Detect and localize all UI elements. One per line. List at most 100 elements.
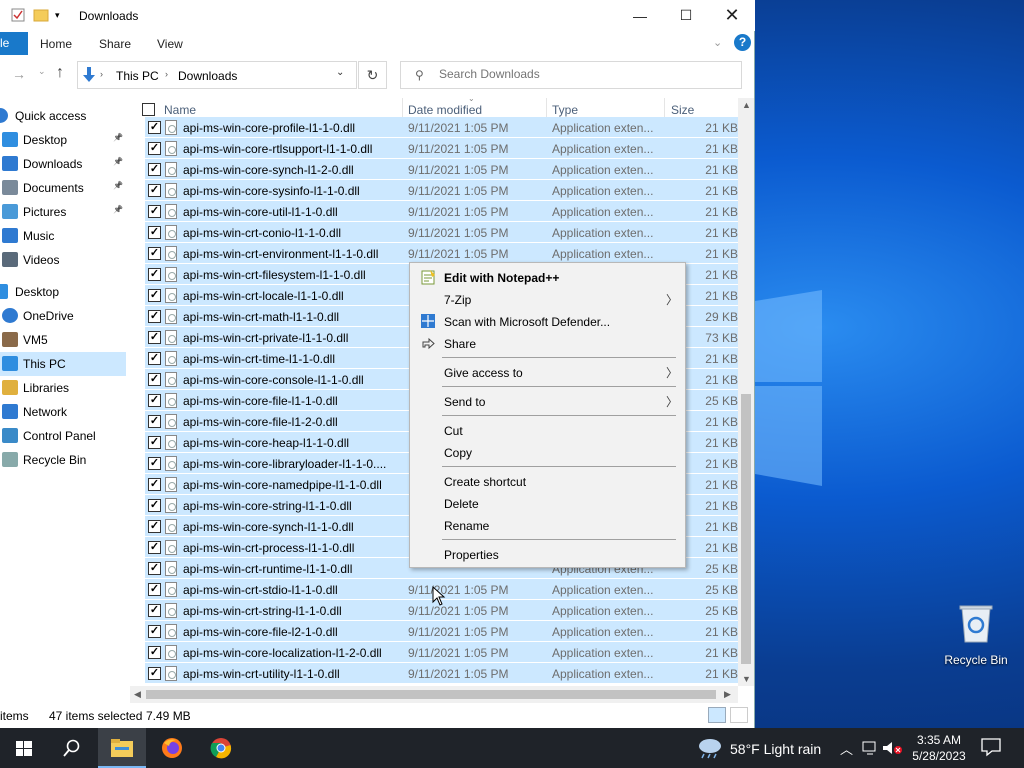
network-icon[interactable] [862,741,880,755]
recent-locations-icon[interactable]: ⌄ [38,66,46,77]
file-row[interactable]: ✓ api-ms-win-core-localization-l1-2-0.dll… [145,642,738,663]
volume-muted-icon[interactable] [882,741,904,755]
nav-item-desktop[interactable]: Desktop [0,280,126,304]
row-checkbox[interactable]: ✓ [148,373,161,386]
menu-item-share[interactable]: Share [412,332,683,354]
maximize-button[interactable]: ☐ [663,0,709,31]
new-folder-icon[interactable] [33,7,49,23]
column-type[interactable]: Type [552,103,578,117]
menu-item-scan-with-microsoft-defender[interactable]: Scan with Microsoft Defender... [412,310,683,332]
large-icons-view-icon[interactable] [730,707,748,723]
menu-item-delete[interactable]: Delete [412,492,683,514]
row-checkbox[interactable]: ✓ [148,163,161,176]
minimize-button[interactable]: — [617,0,663,31]
file-row[interactable]: ✓ api-ms-win-core-file-l2-1-0.dll 9/11/202… [145,621,738,642]
search-box[interactable]: ⚲ [400,61,742,89]
row-checkbox[interactable]: ✓ [148,394,161,407]
nav-item-music[interactable]: Music [0,224,126,248]
taskbar-search-button[interactable] [48,728,96,768]
taskbar-firefox[interactable] [148,728,196,768]
close-button[interactable]: ✕ [709,0,755,31]
select-all-checkbox[interactable] [142,103,155,116]
file-row[interactable]: ✓ api-ms-win-crt-conio-l1-1-0.dll 9/11/202… [145,222,738,243]
row-checkbox[interactable]: ✓ [148,331,161,344]
nav-item-documents[interactable]: Documents 📌 [0,176,126,200]
refresh-button[interactable]: ↻ [358,61,387,89]
row-checkbox[interactable]: ✓ [148,646,161,659]
row-checkbox[interactable]: ✓ [148,121,161,134]
scroll-down-icon[interactable]: ▼ [742,674,751,684]
search-input[interactable] [439,67,729,81]
row-checkbox[interactable]: ✓ [148,205,161,218]
row-checkbox[interactable]: ✓ [148,142,161,155]
column-date-modified[interactable]: Date modified [408,103,482,117]
row-checkbox[interactable]: ✓ [148,478,161,491]
nav-item-pictures[interactable]: Pictures 📌 [0,200,126,224]
breadcrumb-downloads[interactable]: Downloads [178,69,237,83]
row-checkbox[interactable]: ✓ [148,184,161,197]
tab-share[interactable]: Share [99,37,131,51]
menu-item-7-zip[interactable]: 7-Zip 〉 [412,288,683,310]
address-bar[interactable]: › This PC › Downloads [77,61,357,89]
nav-item-recycle-bin[interactable]: Recycle Bin [0,448,126,472]
menu-item-send-to[interactable]: Send to 〉 [412,390,683,412]
nav-item-videos[interactable]: Videos [0,248,126,272]
clock[interactable]: 3:35 AM 5/28/2023 [906,732,972,764]
back-arrow-icon[interactable]: → [12,66,26,82]
address-dropdown-icon[interactable]: ⌄ [336,67,344,78]
desktop-recycle-bin[interactable]: Recycle Bin [940,600,1012,667]
row-checkbox[interactable]: ✓ [148,583,161,596]
file-row[interactable]: ✓ api-ms-win-core-profile-l1-1-0.dll 9/11/… [145,117,738,138]
file-row[interactable]: ✓ api-ms-win-core-util-l1-1-0.dll 9/11/202… [145,201,738,222]
properties-icon[interactable] [10,7,26,23]
start-button[interactable] [0,728,48,768]
breadcrumb-this-pc[interactable]: This PC [116,69,159,83]
scroll-right-icon[interactable]: ▶ [724,689,731,700]
horizontal-scroll-thumb[interactable] [146,690,716,699]
breadcrumb-separator-icon[interactable]: › [165,69,168,79]
row-checkbox[interactable]: ✓ [148,415,161,428]
nav-item-network[interactable]: Network [0,400,126,424]
scroll-up-icon[interactable]: ▲ [742,100,751,110]
scroll-left-icon[interactable]: ◀ [134,689,141,700]
file-row[interactable]: ✓ api-ms-win-core-sysinfo-l1-1-0.dll 9/11/… [145,180,738,201]
nav-item-control-panel[interactable]: Control Panel [0,424,126,448]
row-checkbox[interactable]: ✓ [148,310,161,323]
row-checkbox[interactable]: ✓ [148,352,161,365]
tab-view[interactable]: View [157,37,183,51]
row-checkbox[interactable]: ✓ [148,625,161,638]
taskbar-chrome[interactable] [197,728,245,768]
row-checkbox[interactable]: ✓ [148,247,161,260]
nav-item-downloads[interactable]: Downloads 📌 [0,152,126,176]
details-view-icon[interactable] [708,707,726,723]
tab-file[interactable]: le [0,32,28,55]
tab-home[interactable]: Home [40,37,72,51]
breadcrumb-separator-icon[interactable]: › [100,69,103,79]
row-checkbox[interactable]: ✓ [148,436,161,449]
file-row[interactable]: ✓ api-ms-win-crt-utility-l1-1-0.dll 9/11/2… [145,663,738,684]
expand-ribbon-icon[interactable]: ⌄ [713,36,722,49]
column-name[interactable]: Name [164,103,196,117]
menu-item-copy[interactable]: Copy [412,441,683,463]
menu-item-create-shortcut[interactable]: Create shortcut [412,470,683,492]
row-checkbox[interactable]: ✓ [148,268,161,281]
row-checkbox[interactable]: ✓ [148,457,161,470]
up-arrow-icon[interactable]: ↑ [56,64,64,82]
nav-item-quick-access[interactable]: Quick access [0,104,126,128]
horizontal-scrollbar[interactable]: ◀ ▶ [130,686,738,703]
customize-quick-access-icon[interactable]: ▾ [55,10,71,26]
menu-item-give-access-to[interactable]: Give access to 〉 [412,361,683,383]
vertical-scroll-thumb[interactable] [741,394,751,664]
show-hidden-icons-icon[interactable]: ︿ [840,739,853,758]
nav-item-vm5[interactable]: VM5 [0,328,126,352]
nav-item-desktop[interactable]: Desktop 📌 [0,128,126,152]
row-checkbox[interactable]: ✓ [148,562,161,575]
column-size[interactable]: Size [671,103,694,117]
row-checkbox[interactable]: ✓ [148,667,161,680]
nav-item-libraries[interactable]: Libraries [0,376,126,400]
row-checkbox[interactable]: ✓ [148,289,161,302]
menu-item-cut[interactable]: Cut [412,419,683,441]
menu-item-rename[interactable]: Rename [412,514,683,536]
help-icon[interactable]: ? [734,34,751,51]
row-checkbox[interactable]: ✓ [148,520,161,533]
